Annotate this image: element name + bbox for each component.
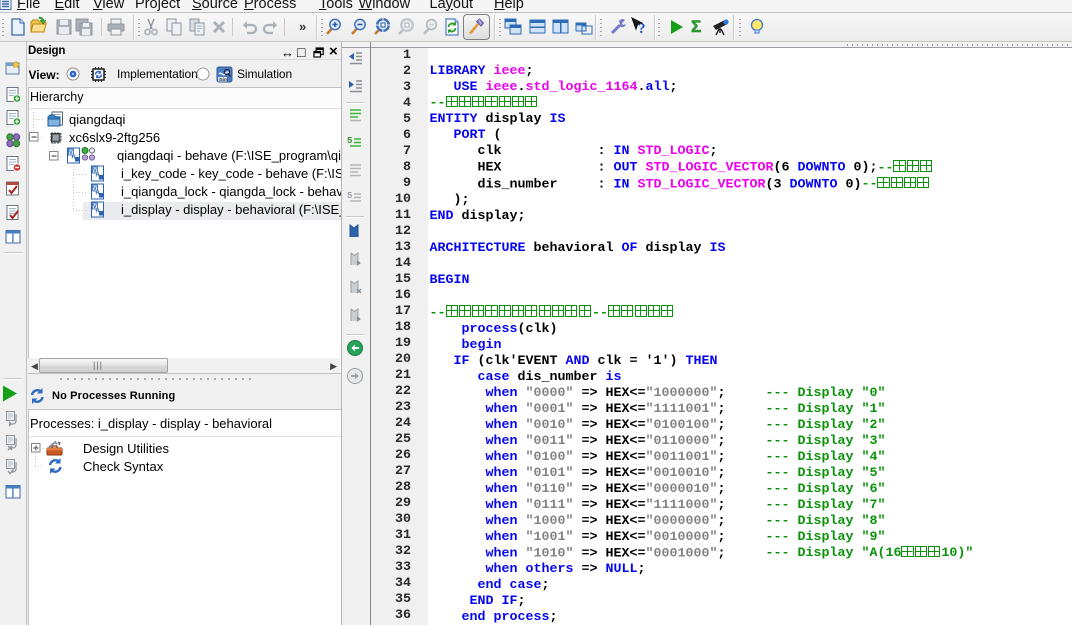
svg-text:iSim: iSim xyxy=(219,77,229,82)
svg-text:5: 5 xyxy=(347,191,352,201)
svg-text:H: H xyxy=(96,173,100,179)
svg-text:H: H xyxy=(72,155,76,161)
svg-text:?: ? xyxy=(638,21,646,37)
svg-text:H: H xyxy=(96,191,100,197)
svg-text:H: H xyxy=(96,209,100,215)
svg-text:5: 5 xyxy=(347,136,352,146)
